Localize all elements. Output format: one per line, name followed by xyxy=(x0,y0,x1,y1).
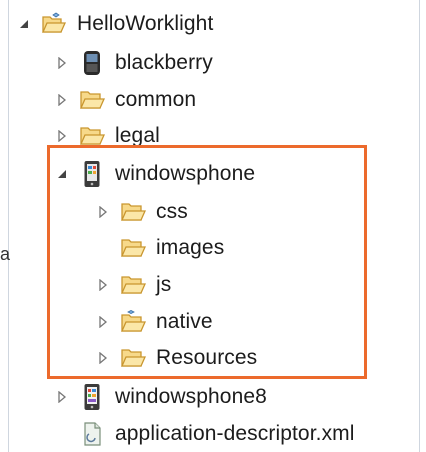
blackberry-device-icon xyxy=(79,50,105,76)
tree-item-js[interactable]: js xyxy=(96,267,171,303)
tree-item-label: common xyxy=(115,88,197,111)
project-folder-icon xyxy=(41,11,67,37)
tree-item-label: HelloWorklight xyxy=(77,12,214,35)
native-folder-icon xyxy=(120,309,146,335)
tree-item-native[interactable]: native xyxy=(96,304,213,340)
collapsed-arrow-icon[interactable] xyxy=(96,315,110,329)
tree-item-common[interactable]: common xyxy=(55,82,196,118)
project-explorer-tree: HelloWorklight blackberry common legal w… xyxy=(8,0,420,452)
tree-item-helloworklight[interactable]: HelloWorklight xyxy=(17,6,213,42)
expanded-arrow-icon[interactable] xyxy=(55,167,69,181)
xml-file-icon xyxy=(79,421,105,447)
tree-item-css[interactable]: css xyxy=(96,194,188,230)
collapsed-arrow-icon[interactable] xyxy=(55,129,69,143)
tree-item-label: native xyxy=(156,310,213,333)
collapsed-arrow-icon[interactable] xyxy=(55,56,69,70)
tree-item-label: application-descriptor.xml xyxy=(115,422,355,445)
tree-item-legal[interactable]: legal xyxy=(55,118,160,154)
tree-item-images[interactable]: images xyxy=(96,230,224,266)
expanded-arrow-icon[interactable] xyxy=(17,17,31,31)
tree-item-label: legal xyxy=(115,124,160,147)
tree-item-label: js xyxy=(156,273,172,296)
folder-icon xyxy=(79,123,105,149)
windows-phone-device-icon xyxy=(79,161,105,187)
tree-item-label: windowsphone xyxy=(115,162,256,185)
tree-item-label: blackberry xyxy=(115,51,213,74)
collapsed-arrow-icon[interactable] xyxy=(55,390,69,404)
tree-item-resources[interactable]: Resources xyxy=(96,340,257,376)
tree-item-label: Resources xyxy=(156,346,258,369)
folder-icon xyxy=(120,345,146,371)
folder-icon xyxy=(120,199,146,225)
tree-item-blackberry[interactable]: blackberry xyxy=(55,45,213,81)
tree-item-windowsphone8[interactable]: windowsphone8 xyxy=(55,379,267,415)
tree-item-label: windowsphone8 xyxy=(115,385,267,408)
tree-item-label: css xyxy=(156,200,188,223)
folder-icon xyxy=(120,272,146,298)
windows-phone8-device-icon xyxy=(79,384,105,410)
folder-icon xyxy=(120,235,146,261)
folder-icon xyxy=(79,87,105,113)
tree-item-label: images xyxy=(156,236,225,259)
collapsed-arrow-icon[interactable] xyxy=(96,278,110,292)
collapsed-arrow-icon[interactable] xyxy=(55,93,69,107)
tree-item-windowsphone[interactable]: windowsphone xyxy=(55,156,255,192)
tree-item-application-descriptor[interactable]: application-descriptor.xml xyxy=(55,416,355,452)
cropped-edge-text: a xyxy=(0,244,11,264)
collapsed-arrow-icon[interactable] xyxy=(96,351,110,365)
collapsed-arrow-icon[interactable] xyxy=(96,205,110,219)
